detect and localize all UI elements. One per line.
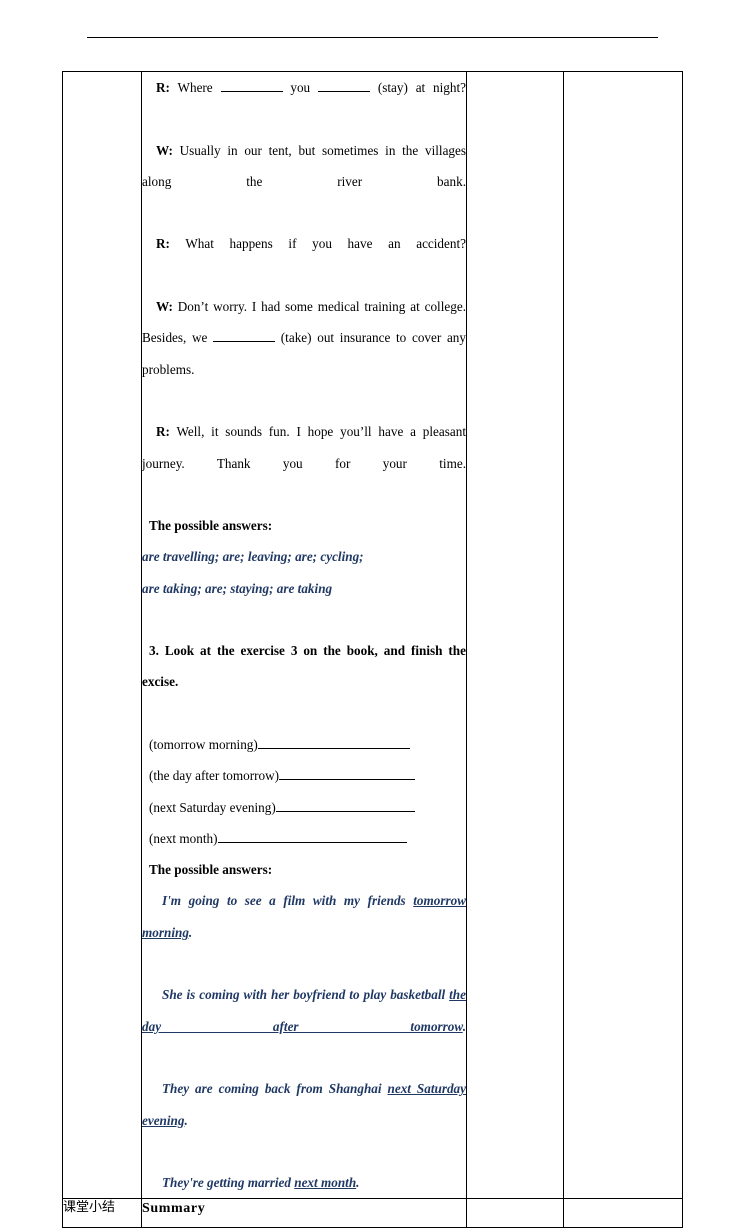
dialogue-line-5: R: Well, it sounds fun. I hope you’ll ha…: [142, 416, 466, 510]
answer-text-post: .: [188, 924, 193, 940]
summary-column-4-cell: [563, 1198, 683, 1228]
row-content-cell: R: Where you (stay) at night? W: Usually…: [141, 70, 467, 1200]
speaker-label: R:: [156, 80, 170, 95]
answer-text-pre: They're getting married: [162, 1175, 295, 1191]
answer-sentence-3: They are coming back from Shanghai next …: [142, 1073, 466, 1167]
speaker-label: R:: [156, 236, 170, 252]
speaker-label: W:: [156, 299, 173, 315]
row-column-4-cell: [563, 70, 683, 1200]
fill-line-4: (next month): [142, 823, 466, 854]
speaker-label: W:: [156, 142, 173, 158]
answer-list-line-1: are travelling; are; leaving; are; cycli…: [142, 549, 364, 565]
fill-prompt: (next month): [149, 830, 218, 846]
answer-text-pre: I'm going to see a film with my friends: [162, 893, 414, 909]
answers-heading-1: The possible answers:: [149, 518, 273, 534]
dialogue-text-c: (stay) at night?: [369, 80, 467, 95]
speaker-label: R:: [156, 424, 170, 440]
header-rule: [87, 37, 658, 38]
summary-column-3-cell: [466, 1198, 564, 1228]
dialogue-text-a: Where: [169, 80, 221, 95]
answer-sentence-2: She is coming with her boyfriend to play…: [142, 979, 466, 1073]
answer-sentence-1: I'm going to see a film with my friends …: [142, 885, 466, 979]
dialogue-text: Usually in our tent, but sometimes in th…: [142, 142, 466, 189]
fill-line-2: (the day after tomorrow): [142, 760, 466, 791]
dialogue-line-4: W: Don’t worry. I had some medical train…: [142, 291, 466, 416]
answer-sentence-4: They're getting married next month.: [142, 1167, 466, 1198]
summary-title-cell: Summary: [141, 1198, 467, 1228]
fill-line-3: (next Saturday evening): [142, 792, 466, 823]
answer-text-post: .: [356, 1175, 360, 1191]
fill-blank: [217, 831, 407, 843]
summary-table-row: 课堂小结 Summary: [62, 1198, 683, 1228]
answer-text-pre: She is coming with her boyfriend to play…: [162, 987, 450, 1003]
dialogue-text: Well, it sounds fun. I hope you’ll have …: [142, 424, 466, 471]
fill-blank: [279, 768, 415, 781]
fill-prompt: (next Saturday evening): [149, 799, 276, 815]
dialogue-text-b: you: [282, 80, 318, 95]
fill-blank: [275, 799, 415, 812]
fill-prompt: (tomorrow morning): [149, 736, 258, 752]
fill-prompt: (the day after tomorrow): [149, 768, 279, 784]
answer-list-line-2: are taking; are; staying; are taking: [142, 580, 333, 596]
answer-underlined-phrase: next month: [294, 1175, 357, 1191]
row-label-cell: [62, 70, 142, 1200]
row-column-3-cell: [466, 70, 564, 1200]
answer-blank: [220, 91, 283, 92]
dialogue-line-3: R: What happens if you have an accident?: [142, 228, 466, 291]
summary-label-cell: 课堂小结: [62, 1198, 142, 1228]
answers-heading-2: The possible answers:: [149, 862, 273, 878]
fill-blank: [257, 737, 410, 749]
fill-line-1: (tomorrow morning): [142, 729, 466, 760]
answer-text-post: .: [184, 1112, 188, 1128]
answer-blank: [213, 341, 276, 343]
task-3-heading: 3. Look at the exercise 3 on the book, a…: [142, 643, 466, 690]
dialogue-line-1: R: Where you (stay) at night?: [142, 72, 466, 135]
lesson-plan-table: R: Where you (stay) at night? W: Usually…: [62, 70, 683, 1228]
answer-blank: [317, 91, 370, 92]
answer-text-post: .: [462, 1018, 466, 1034]
dialogue-text: What happens if you have an accident?: [169, 236, 466, 252]
answer-text-pre: They are coming back from Shanghai: [162, 1081, 388, 1097]
document-page: R: Where you (stay) at night? W: Usually…: [0, 0, 745, 1228]
table-row: R: Where you (stay) at night? W: Usually…: [62, 70, 683, 1200]
dialogue-line-2: W: Usually in our tent, but sometimes in…: [142, 135, 466, 229]
